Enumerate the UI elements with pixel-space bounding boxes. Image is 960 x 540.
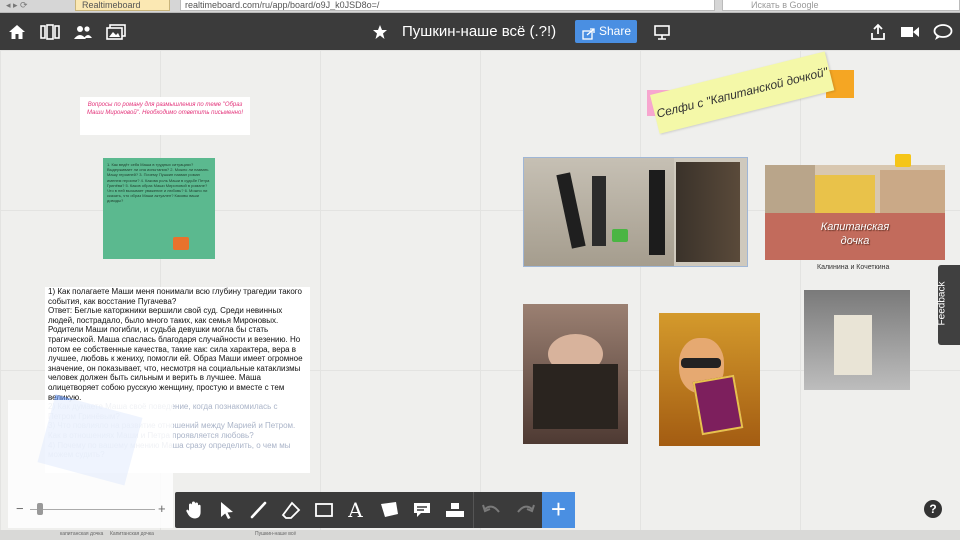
bottom-toolbar: A [175, 492, 575, 528]
minimap-panel[interactable]: − + [8, 400, 173, 528]
present-icon[interactable] [650, 13, 674, 50]
eraser-icon[interactable] [274, 492, 307, 528]
rectangle-icon[interactable] [307, 492, 340, 528]
redo-icon[interactable] [508, 492, 541, 528]
comment-icon[interactable] [895, 154, 911, 167]
feedback-label: Feedback [936, 281, 948, 326]
share-icon [582, 25, 595, 48]
video-icon[interactable] [898, 13, 922, 50]
text-icon[interactable]: A [339, 492, 372, 528]
select-icon[interactable] [210, 492, 243, 528]
collage-title-text: Капитанская дочка [820, 221, 890, 247]
bottom-text-left: капитанская дочка [60, 531, 104, 537]
zoom-slider-track[interactable] [30, 509, 155, 510]
theatre-scene-photo[interactable] [523, 157, 748, 267]
task-heading-note[interactable]: Вопросы по роману для размышления по тем… [80, 97, 250, 135]
answer-question-1: 1) Как полагаете Маши меня понимали всю … [48, 287, 302, 306]
reading-girl-photo[interactable] [523, 304, 628, 444]
upload-icon[interactable] [866, 13, 890, 50]
comment-icon[interactable] [173, 237, 189, 250]
zoom-out-button[interactable]: − [16, 501, 24, 516]
selfie-collage-photo[interactable]: Капитанская дочка [765, 165, 945, 260]
questions-note[interactable]: 1. Как ведёт себя Маша в трудных ситуаци… [103, 158, 215, 259]
book-portrait-photo[interactable] [804, 290, 910, 390]
pen-icon[interactable] [242, 492, 275, 528]
chat-icon[interactable] [930, 13, 956, 50]
undo-icon[interactable] [475, 492, 508, 528]
board-title: Пушкин-наше всё (.?!) [402, 23, 557, 40]
browser-bar: ◂ ▸ ⟳ Realtimeboard realtimeboard.com/ru… [0, 0, 960, 13]
zoom-in-button[interactable]: + [158, 501, 166, 516]
help-button[interactable]: ? [924, 500, 942, 518]
answer-paragraph-1: Ответ: Беглые каторжники вершили свой су… [48, 306, 303, 401]
add-button[interactable]: + [542, 492, 575, 528]
sticker-icon[interactable] [372, 492, 405, 528]
bottom-text-right: Пушкин-наше всё [255, 531, 297, 537]
pages-icon[interactable] [37, 13, 63, 50]
hand-icon[interactable] [177, 492, 210, 528]
browser-search-field[interactable]: Искать в Google [722, 0, 960, 11]
share-button[interactable]: Share [575, 20, 637, 43]
images-icon[interactable] [103, 13, 129, 50]
browser-tab[interactable]: Realtimeboard [75, 0, 170, 11]
browser-nav-icons[interactable]: ◂ ▸ ⟳ [6, 0, 28, 10]
home-icon[interactable] [4, 13, 30, 50]
bottom-text-mid: Капитанская дочка [110, 531, 154, 537]
users-icon[interactable] [70, 13, 96, 50]
sunglasses-selfie-photo[interactable] [659, 313, 760, 446]
frame-icon[interactable] [438, 492, 471, 528]
zoom-slider-handle[interactable] [37, 503, 43, 515]
toolbar-divider [473, 492, 474, 528]
collage-caption: Калинина и Кочеткина [817, 264, 890, 271]
address-bar[interactable]: realtimeboard.com/ru/app/board/o9J_k0JSD… [180, 0, 715, 11]
star-icon[interactable] [369, 13, 391, 50]
feedback-tab[interactable]: Feedback [936, 265, 960, 345]
board-bottom-strip: капитанская дочка Капитанская дочка Пушк… [0, 530, 960, 540]
comment-icon[interactable] [612, 229, 628, 242]
comment-tool-icon[interactable] [405, 492, 438, 528]
share-label: Share [599, 24, 632, 38]
